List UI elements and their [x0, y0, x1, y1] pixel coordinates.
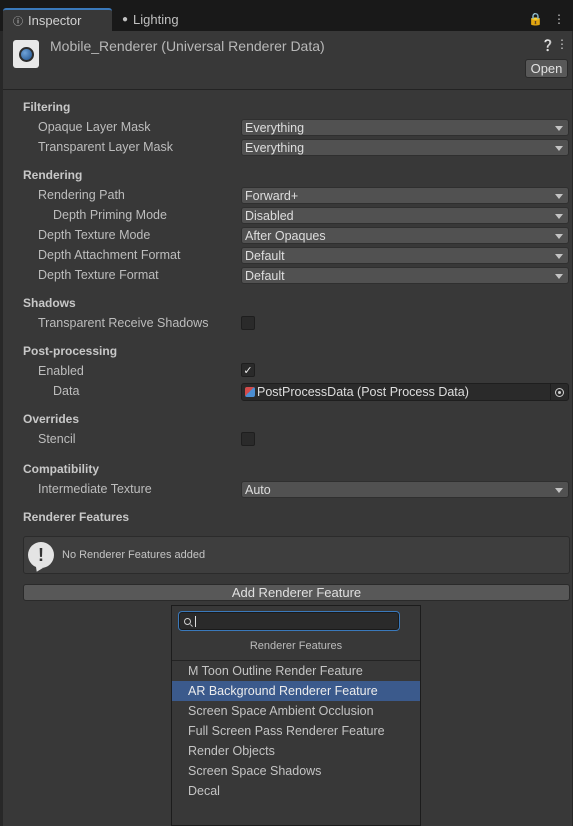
depth-texture-mode-dropdown[interactable]: After Opaques: [241, 227, 569, 244]
open-button[interactable]: Open: [525, 59, 568, 78]
section-filtering: Filtering: [23, 100, 71, 114]
opaque-layer-mask-dropdown[interactable]: Everything: [241, 119, 569, 136]
intermediate-texture-dropdown[interactable]: Auto: [241, 481, 569, 498]
object-picker-icon[interactable]: [550, 384, 568, 400]
rendering-path-label: Rendering Path: [38, 188, 125, 202]
dropdown-arrow-icon: [555, 488, 563, 493]
tab-inspector-label: Inspector: [28, 13, 82, 28]
dropdown-arrow-icon: [555, 254, 563, 259]
section-rendering: Rendering: [23, 168, 83, 182]
depth-texture-mode-label: Depth Texture Mode: [38, 228, 151, 242]
popup-item-ssao[interactable]: Screen Space Ambient Occlusion: [172, 701, 420, 721]
renderer-asset-icon: [13, 40, 39, 68]
context-menu-icon[interactable]: ⋮: [556, 37, 568, 51]
help-icon[interactable]: ❔: [541, 39, 555, 52]
search-icon: [184, 617, 191, 625]
tab-lighting[interactable]: ● Lighting: [112, 8, 202, 31]
depth-priming-mode-value: Disabled: [245, 208, 294, 223]
transparent-receive-shadows-label: Transparent Receive Shadows: [38, 316, 209, 330]
section-compatibility: Compatibility: [23, 462, 100, 476]
warning-icon: !: [28, 542, 54, 568]
rendering-path-dropdown[interactable]: Forward+: [241, 187, 569, 204]
checkmark-icon: ✓: [243, 364, 253, 377]
enabled-label: Enabled: [38, 364, 84, 378]
tab-lighting-label: Lighting: [133, 12, 179, 27]
add-renderer-feature-button[interactable]: Add Renderer Feature: [23, 584, 570, 601]
depth-priming-mode-dropdown[interactable]: Disabled: [241, 207, 569, 224]
popup-item-decal[interactable]: Decal: [172, 781, 420, 801]
post-process-data-value: PostProcessData (Post Process Data): [257, 385, 469, 399]
opaque-layer-mask-label: Opaque Layer Mask: [38, 120, 151, 134]
popup-item-m-toon-outline[interactable]: M Toon Outline Render Feature: [172, 661, 420, 681]
section-shadows: Shadows: [23, 296, 76, 310]
depth-attachment-format-dropdown[interactable]: Default: [241, 247, 569, 264]
text-cursor: [195, 615, 196, 627]
dropdown-arrow-icon: [555, 234, 563, 239]
depth-attachment-format-value: Default: [245, 248, 285, 263]
depth-texture-format-dropdown[interactable]: Default: [241, 267, 569, 284]
dropdown-arrow-icon: [555, 274, 563, 279]
popup-item-full-screen-pass[interactable]: Full Screen Pass Renderer Feature: [172, 721, 420, 741]
more-options-icon[interactable]: ⋮: [553, 12, 565, 26]
stencil-checkbox[interactable]: [241, 432, 255, 446]
intermediate-texture-label: Intermediate Texture: [38, 482, 152, 496]
no-features-helpbox: ! No Renderer Features added: [23, 536, 570, 574]
popup-search-field[interactable]: [179, 612, 399, 630]
popup-list: M Toon Outline Render Feature AR Backgro…: [172, 661, 420, 801]
post-process-data-field[interactable]: PostProcessData (Post Process Data): [241, 383, 569, 401]
opaque-layer-mask-value: Everything: [245, 120, 305, 135]
section-renderer-features: Renderer Features: [23, 510, 130, 524]
depth-texture-format-value: Default: [245, 268, 285, 283]
renderer-features-popup: Renderer Features M Toon Outline Render …: [171, 605, 421, 826]
data-label: Data: [53, 384, 80, 398]
section-post-processing: Post-processing: [23, 344, 118, 358]
section-overrides: Overrides: [23, 412, 80, 426]
popup-item-screen-space-shadows[interactable]: Screen Space Shadows: [172, 761, 420, 781]
dropdown-arrow-icon: [555, 126, 563, 131]
header-divider: [3, 89, 572, 90]
popup-header: Renderer Features: [249, 640, 343, 652]
transparent-layer-mask-value: Everything: [245, 140, 305, 155]
dropdown-arrow-icon: [555, 146, 563, 151]
tab-inspector[interactable]: ⓘ Inspector: [3, 8, 112, 31]
popup-item-render-objects[interactable]: Render Objects: [172, 741, 420, 761]
enabled-checkbox[interactable]: ✓: [241, 363, 255, 377]
tab-bar-controls: 🔒 ⋮: [528, 12, 565, 26]
asset-title: Mobile_Renderer (Universal Renderer Data…: [50, 38, 325, 54]
depth-texture-format-label: Depth Texture Format: [38, 268, 159, 282]
popup-item-ar-background[interactable]: AR Background Renderer Feature: [172, 681, 420, 701]
depth-attachment-format-label: Depth Attachment Format: [38, 248, 181, 262]
helpbox-text: No Renderer Features added: [62, 549, 206, 561]
dropdown-arrow-icon: [555, 194, 563, 199]
transparent-layer-mask-label: Transparent Layer Mask: [38, 140, 174, 154]
intermediate-texture-value: Auto: [245, 482, 271, 497]
stencil-label: Stencil: [38, 432, 76, 446]
post-process-data-asset-icon: [245, 387, 255, 397]
depth-texture-mode-value: After Opaques: [245, 228, 326, 243]
rendering-path-value: Forward+: [245, 188, 299, 203]
transparent-receive-shadows-checkbox[interactable]: [241, 316, 255, 330]
tab-bar: ⓘ Inspector ● Lighting 🔒 ⋮: [0, 0, 573, 31]
lightbulb-icon: ●: [122, 14, 129, 25]
info-icon: ⓘ: [13, 17, 23, 28]
dropdown-arrow-icon: [555, 214, 563, 219]
transparent-layer-mask-dropdown[interactable]: Everything: [241, 139, 569, 156]
lock-icon[interactable]: 🔒: [528, 12, 543, 26]
depth-priming-mode-label: Depth Priming Mode: [53, 208, 167, 222]
